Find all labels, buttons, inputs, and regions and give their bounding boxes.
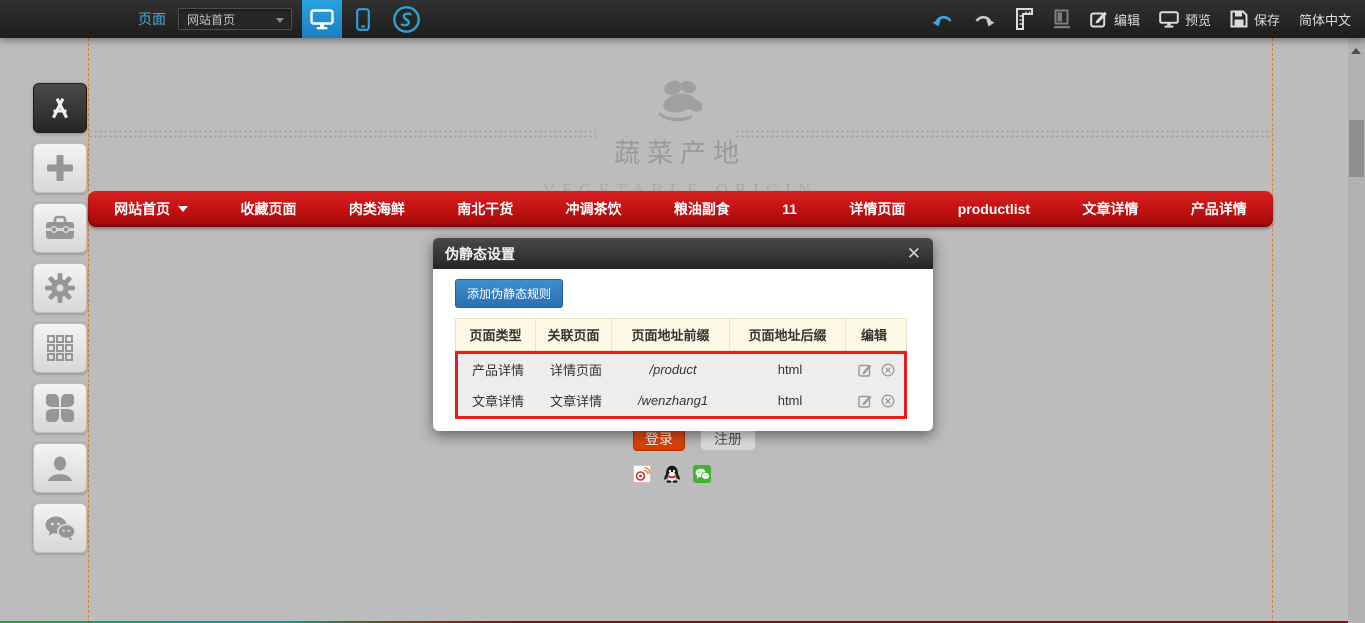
modal-header[interactable]: 伪静态设置 ✕ [433,238,933,269]
modal-body: 添加伪静态规则 页面类型 关联页面 页面地址前缀 页面地址后缀 编辑 产品详情 … [433,269,933,431]
sidebar-item-wechat[interactable] [33,503,87,553]
edit-button[interactable]: 编辑 [1090,10,1140,29]
desktop-monitor-icon [310,9,334,30]
sidebar-item-add-module[interactable] [33,143,87,193]
vertical-scrollbar[interactable] [1348,38,1365,623]
save-floppy-icon [1230,10,1248,28]
top-toolbar: 页面 网站首页 [0,0,1365,38]
sidebar-item-plugins[interactable] [33,383,87,433]
ruler-button[interactable] [1014,7,1034,31]
desktop-view-button[interactable] [302,0,342,38]
mobile-phone-icon [356,8,370,31]
circle-s-icon [392,5,421,34]
site-logo[interactable]: 蔬菜产地 VEGETABLE ORIGIN [88,76,1272,200]
tool-sidebar [33,83,87,553]
row-delete-icon[interactable] [881,363,895,377]
page-select-value: 网站首页 [187,11,235,28]
save-button[interactable]: 保存 [1230,10,1280,29]
pseudo-static-modal: 伪静态设置 ✕ 添加伪静态规则 页面类型 关联页面 页面地址前缀 页面地址后缀 … [433,238,933,431]
nav-item-home[interactable]: 网站首页 [114,199,188,219]
edit-pencil-icon [1090,10,1108,28]
col-header-url-suffix: 页面地址后缀 [730,319,846,350]
page-select-dropdown[interactable]: 网站首页 [178,8,292,30]
nav-dropdown-icon [178,206,188,212]
site-navbar: 网站首页 收藏页面 肉类海鲜 南北干货 冲调茶饮 粮油副食 11 详情页面 pr… [88,191,1273,227]
col-header-page-type: 页面类型 [456,319,536,350]
table-row: 产品详情 详情页面 /product html [458,354,904,385]
layout-guide-right [1272,38,1273,623]
toolbar-right-group: 编辑 预览 保存 简体中文 [932,0,1351,38]
col-header-edit: 编辑 [846,319,902,350]
preview-button[interactable]: 预览 [1159,10,1211,29]
table-row: 文章详情 文章详情 /wenzhang1 html [458,385,904,416]
ruler-icon [1014,7,1034,31]
sidebar-item-member[interactable] [33,443,87,493]
vegetable-logo-icon [649,76,711,126]
nav-item[interactable]: 南北干货 [457,199,513,219]
grid-icon [46,334,74,362]
language-label: 简体中文 [1299,10,1351,29]
weibo-icon[interactable] [633,465,651,483]
editor-stage: 页面 网站首页 [0,0,1365,623]
sync-view-button[interactable] [386,0,426,38]
columns-icon [1053,9,1071,29]
preview-label: 预览 [1185,10,1211,29]
undo-icon [932,12,954,27]
redo-button[interactable] [973,12,995,27]
sidebar-item-module-grid[interactable] [33,323,87,373]
row-edit-icon[interactable] [858,394,872,408]
col-header-url-prefix: 页面地址前缀 [612,319,730,350]
redo-icon [973,12,995,27]
row-edit-icon[interactable] [858,363,872,377]
nav-item[interactable]: 粮油副食 [674,199,730,219]
app-store-icon [46,94,74,122]
chat-bubbles-icon [44,515,76,541]
nav-item[interactable]: 详情页面 [849,199,905,219]
row-delete-icon[interactable] [881,394,895,408]
rule-table-header: 页面类型 关联页面 页面地址前缀 页面地址后缀 编辑 [455,318,907,351]
layout-guide-left [88,38,89,623]
scrollbar-up-arrow-icon[interactable] [1351,48,1361,54]
gear-icon [45,273,75,303]
social-links [633,465,711,483]
toolbar-left-group: 页面 网站首页 [138,0,426,38]
mobile-view-button[interactable] [346,0,380,38]
wechat-icon[interactable] [693,465,711,483]
nav-item[interactable]: productlist [958,201,1030,217]
sidebar-item-toolbox[interactable] [33,203,87,253]
nav-item[interactable]: 冲调茶饮 [566,199,622,219]
scrollbar-thumb[interactable] [1349,120,1364,177]
undo-button[interactable] [932,12,954,27]
rule-table-highlight-box: 产品详情 详情页面 /product html [455,351,907,419]
nav-item[interactable]: 收藏页面 [241,199,297,219]
nav-item[interactable]: 产品详情 [1191,199,1247,219]
sidebar-item-settings[interactable] [33,263,87,313]
stats-panel-button[interactable] [1053,9,1071,29]
toolbox-icon [45,215,75,241]
add-rule-button[interactable]: 添加伪静态规则 [455,279,563,308]
language-switch[interactable]: 简体中文 [1299,10,1351,29]
modal-title: 伪静态设置 [445,244,907,264]
nav-item[interactable]: 文章详情 [1082,199,1138,219]
save-label: 保存 [1254,10,1280,29]
nav-item[interactable]: 11 [782,201,797,217]
site-title: 蔬菜产地 [88,133,1272,170]
sidebar-item-app-market[interactable] [33,83,87,133]
chevron-down-icon [276,18,284,23]
nav-item[interactable]: 肉类海鲜 [349,199,405,219]
rule-table: 页面类型 关联页面 页面地址前缀 页面地址后缀 编辑 产品详情 详情页面 /pr… [455,318,907,419]
qq-icon[interactable] [663,465,681,483]
close-icon[interactable]: ✕ [907,245,921,262]
clover-icon [46,394,74,422]
preview-monitor-icon [1159,11,1179,28]
edit-label: 编辑 [1114,10,1140,29]
plus-icon [46,154,74,182]
person-icon [46,454,74,482]
col-header-linked-page: 关联页面 [536,319,612,350]
page-label: 页面 [138,9,166,29]
